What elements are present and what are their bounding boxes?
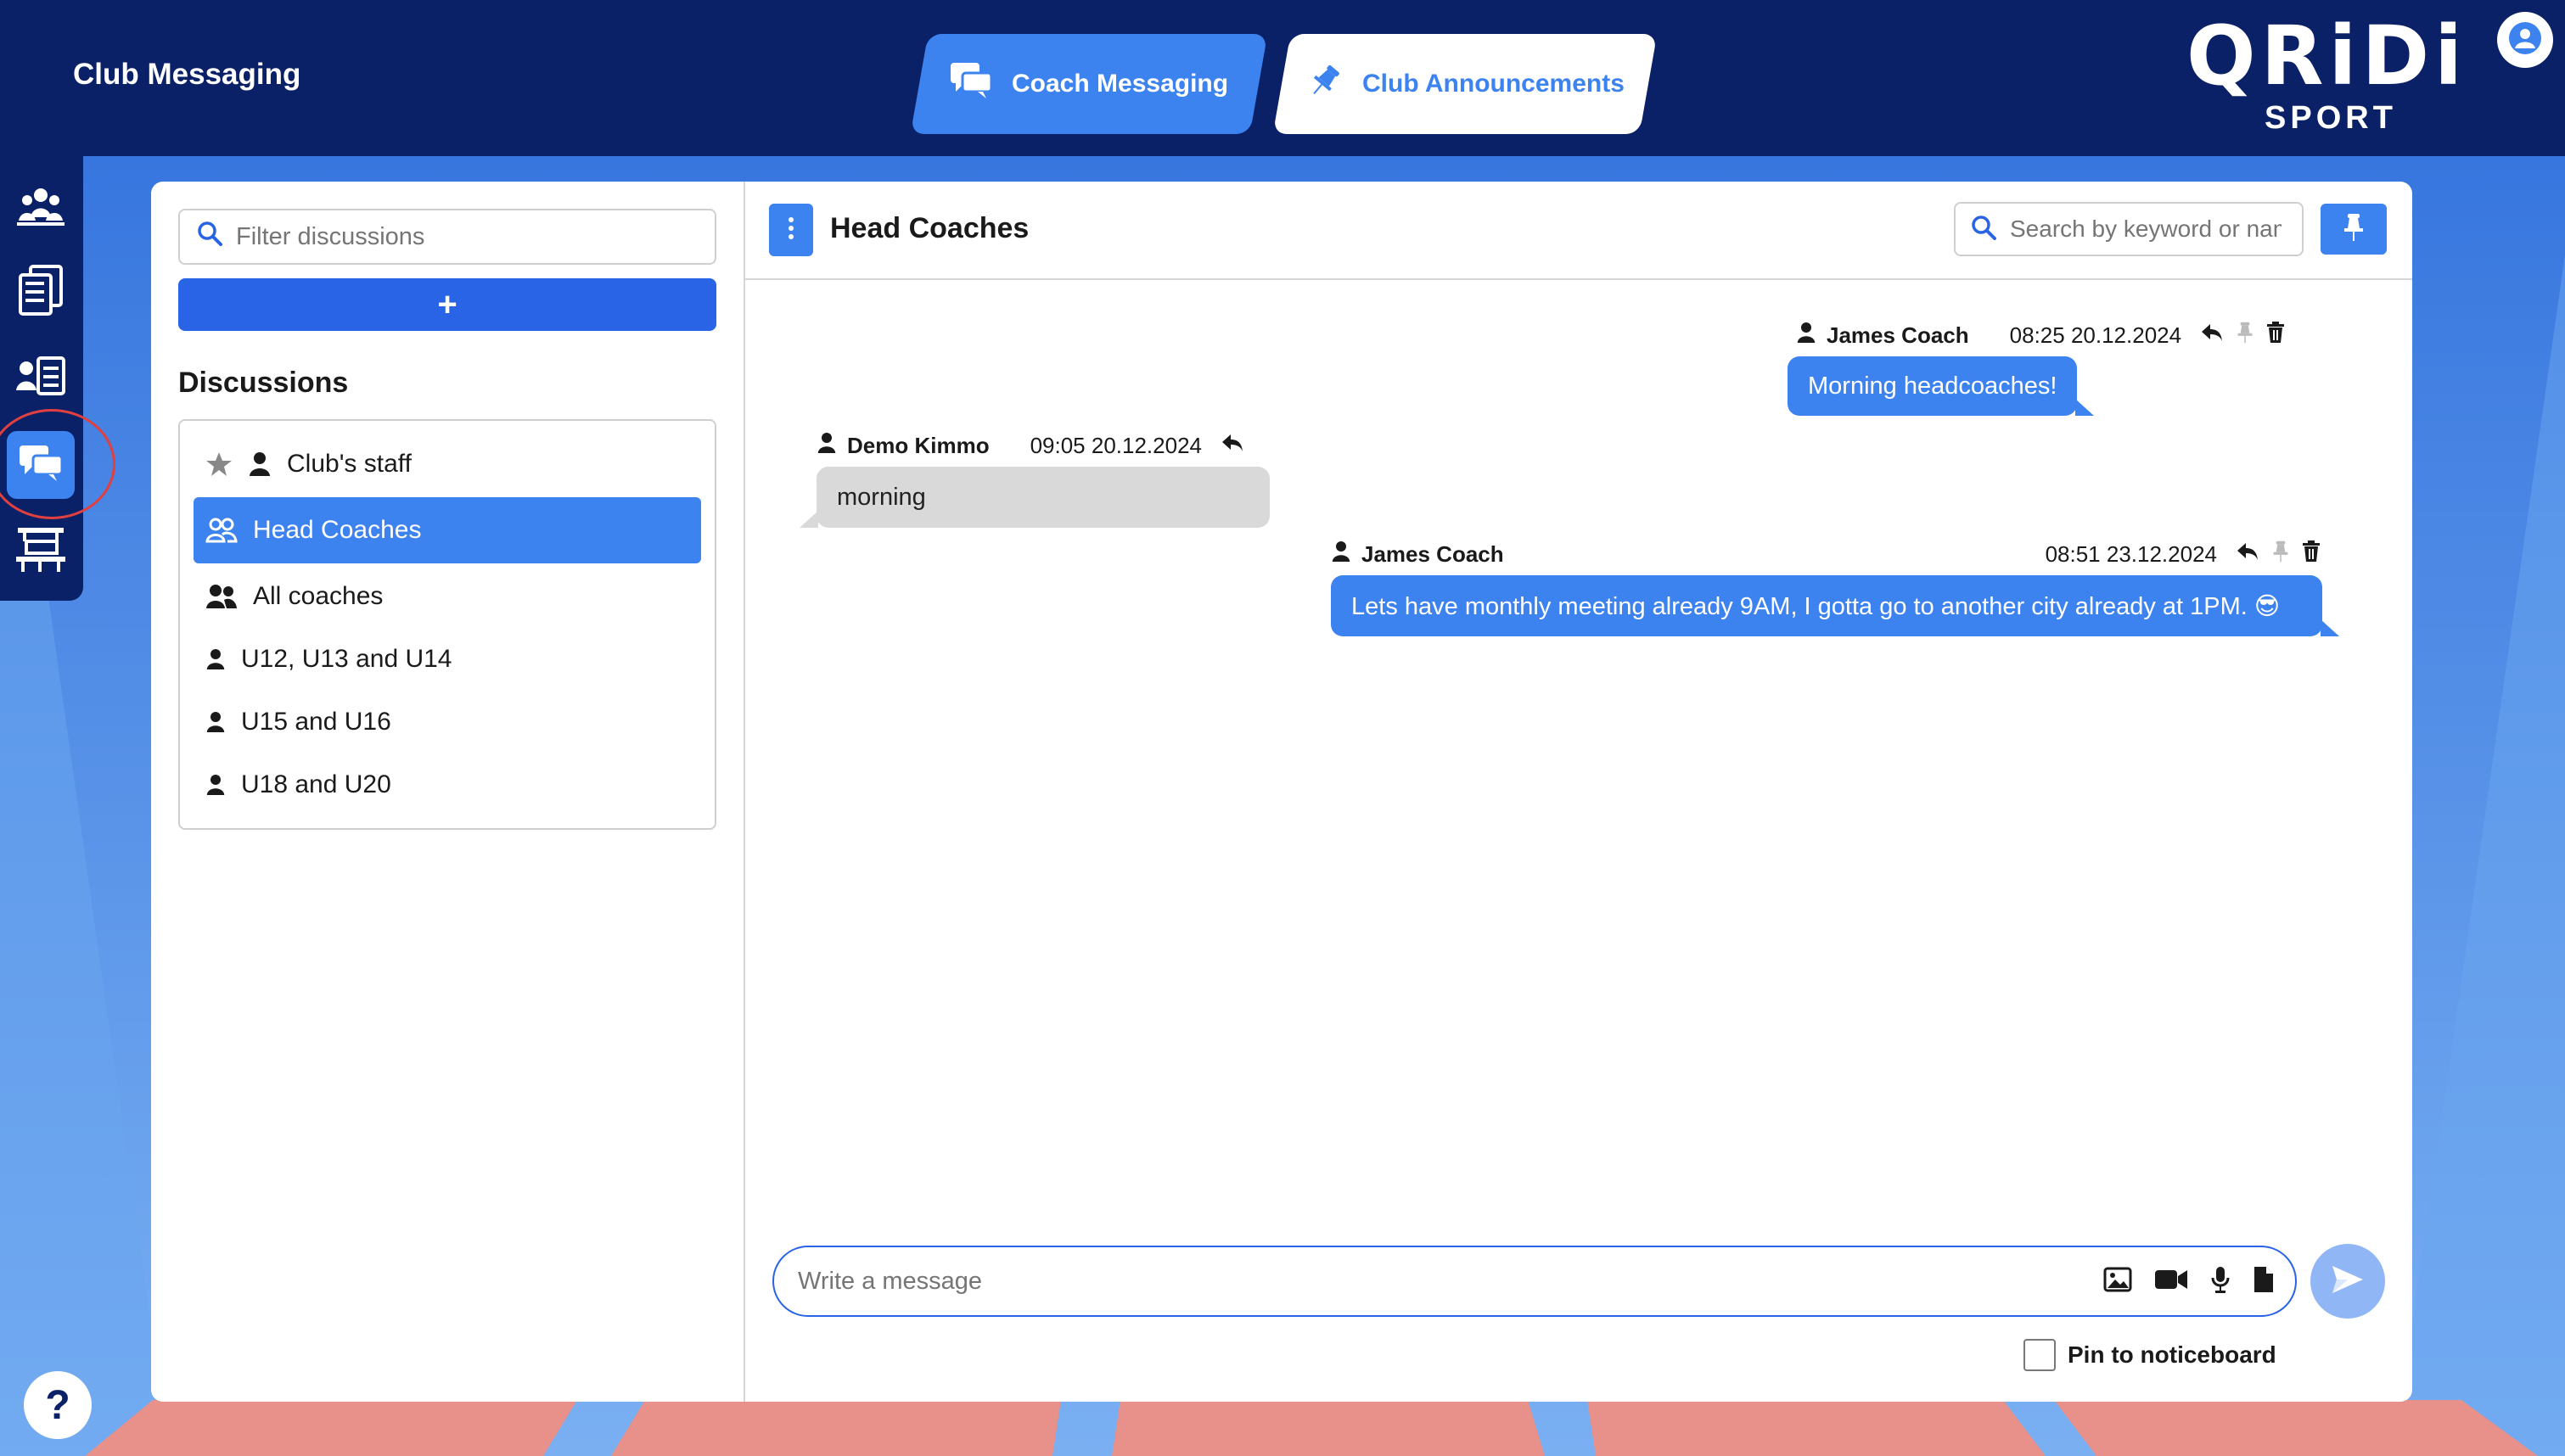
nav-item-person-list[interactable] (7, 344, 75, 412)
message-timestamp: 08:51 23.12.2024 (2045, 540, 2217, 567)
microphone-icon[interactable] (2210, 1266, 2231, 1297)
discussion-label: U15 and U16 (241, 708, 391, 736)
chat-header: Head Coaches (745, 182, 2412, 280)
reply-icon[interactable] (2236, 541, 2259, 568)
discussion-item-u18-u20[interactable]: U18 and U20 (194, 753, 701, 816)
send-button[interactable] (2310, 1244, 2385, 1319)
delete-trash-icon[interactable] (2266, 321, 2285, 350)
person-icon (1796, 322, 1816, 350)
star-icon[interactable] (205, 451, 233, 478)
message-item: James Coach 08:51 23.12.2024 Lets have m… (1331, 538, 2339, 636)
search-icon (1971, 215, 1996, 244)
nav-item-board[interactable] (7, 518, 75, 585)
board-table-icon (14, 526, 67, 578)
reply-icon[interactable] (1221, 433, 1244, 459)
discussion-item-clubs-staff[interactable]: Club's staff (194, 433, 701, 496)
message-author: Demo Kimmo (847, 432, 990, 458)
person-icon (248, 451, 272, 477)
people-icon (205, 518, 238, 543)
help-button[interactable]: ? (24, 1371, 92, 1439)
person-icon (1331, 540, 1351, 568)
discussion-item-u15-u16[interactable]: U15 and U16 (194, 691, 701, 753)
message-meta: James Coach 08:25 20.12.2024 (1796, 319, 2285, 351)
side-navigation (0, 156, 83, 601)
kebab-menu-icon (788, 216, 794, 244)
person-icon (205, 709, 226, 735)
person-icon (205, 647, 226, 672)
tab-club-announcements-label: Club Announcements (1361, 70, 1625, 98)
message-author: James Coach (1361, 540, 1504, 567)
people-icon (205, 584, 238, 609)
pinned-messages-button[interactable] (2321, 204, 2387, 255)
message-search-field[interactable] (1954, 202, 2304, 256)
message-search-input[interactable] (2010, 216, 2282, 243)
message-timestamp: 08:25 20.12.2024 (2009, 322, 2182, 348)
discussion-item-head-coaches[interactable]: Head Coaches (194, 497, 701, 563)
pin-message-icon[interactable] (2271, 540, 2290, 568)
video-camera-icon[interactable] (2154, 1268, 2188, 1296)
pin-to-noticeboard-checkbox[interactable] (2023, 1339, 2056, 1371)
discussion-label: Club's staff (287, 450, 412, 478)
discussion-label: U12, U13 and U14 (241, 645, 452, 673)
filter-discussions-input[interactable] (236, 222, 677, 251)
pushpin-icon (1306, 62, 1344, 106)
message-meta: Demo Kimmo 09:05 20.12.2024 (817, 429, 1270, 462)
add-discussion-button[interactable]: + (178, 278, 716, 331)
person-icon (817, 432, 837, 460)
qridi-sport-logo: QRiDi SPORT (2186, 8, 2468, 136)
user-account-button[interactable] (2497, 12, 2553, 68)
chat-bubbles-icon (949, 61, 993, 107)
chat-panel: Head Coaches James Coach 08:25 20.12.202… (745, 182, 2412, 1402)
pin-to-noticeboard-label: Pin to noticeboard (2068, 1341, 2276, 1368)
top-header: Club Messaging Coach Messaging Club Anno… (0, 0, 2565, 156)
message-compose-field[interactable] (772, 1246, 2297, 1317)
discussions-panel: + Discussions Club's staff Head Coaches … (151, 182, 745, 1402)
discussion-label: U18 and U20 (241, 770, 391, 798)
message-item: Demo Kimmo 09:05 20.12.2024 morning (800, 429, 1270, 528)
discussions-list: Club's staff Head Coaches All coaches U1… (178, 419, 716, 830)
message-timestamp: 09:05 20.12.2024 (1030, 432, 1202, 458)
message-author: James Coach (1827, 322, 1969, 348)
documents-icon (17, 264, 65, 320)
person-list-icon (14, 355, 67, 403)
search-icon (197, 221, 222, 253)
pin-message-icon[interactable] (2236, 322, 2254, 350)
tab-coach-messaging[interactable]: Coach Messaging (910, 34, 1268, 134)
nav-item-documents[interactable] (7, 258, 75, 326)
message-bubble: morning (800, 467, 1270, 528)
chat-title: Head Coaches (830, 212, 1030, 244)
app-title: Club Messaging (73, 58, 301, 91)
nav-item-team[interactable] (7, 173, 75, 241)
message-meta: James Coach 08:51 23.12.2024 (1331, 538, 2321, 570)
team-people-icon (15, 183, 66, 232)
message-input[interactable] (798, 1267, 2103, 1296)
discussions-heading: Discussions (178, 367, 349, 399)
delete-trash-icon[interactable] (2302, 540, 2321, 568)
message-item: James Coach 08:25 20.12.2024 Morning hea… (1788, 319, 2285, 416)
tab-coach-messaging-label: Coach Messaging (1012, 70, 1229, 98)
discussion-label: All coaches (253, 582, 384, 610)
reply-icon[interactable] (2200, 322, 2224, 349)
message-bubble: Lets have monthly meeting already 9AM, I… (1331, 575, 2339, 636)
main-panel: + Discussions Club's staff Head Coaches … (151, 182, 2412, 1402)
pushpin-icon (2343, 213, 2365, 246)
chat-menu-button[interactable] (769, 204, 813, 256)
send-arrow-icon (2331, 1264, 2365, 1299)
pin-to-noticeboard-row[interactable]: Pin to noticeboard (2023, 1339, 2276, 1371)
tab-club-announcements[interactable]: Club Announcements (1272, 34, 1658, 134)
discussion-label: Head Coaches (253, 516, 422, 544)
message-bubble: Morning headcoaches! (1788, 356, 2095, 416)
image-icon[interactable] (2103, 1267, 2132, 1296)
discussion-item-u12-u13-u14[interactable]: U12, U13 and U14 (194, 628, 701, 691)
filter-discussions-field[interactable] (178, 209, 716, 265)
user-icon (2508, 21, 2542, 59)
file-icon[interactable] (2253, 1266, 2275, 1297)
person-icon (205, 772, 226, 798)
discussion-item-all-coaches[interactable]: All coaches (194, 565, 701, 628)
